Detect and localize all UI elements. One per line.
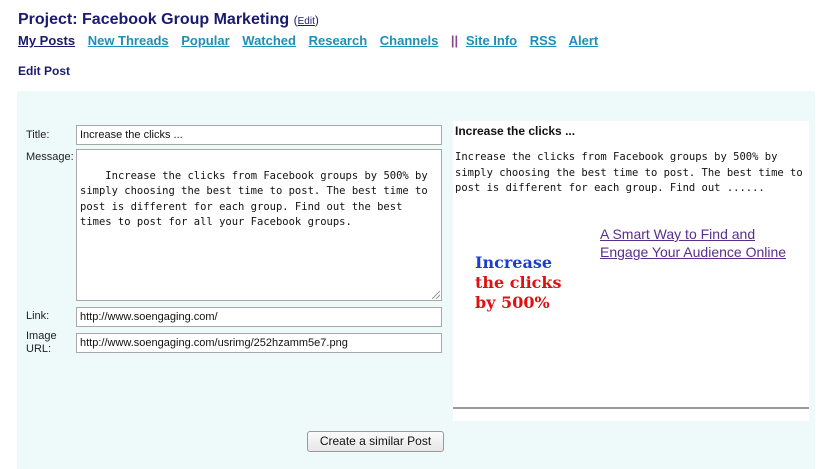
link-input[interactable]: http://www.soengaging.com/ bbox=[76, 307, 442, 327]
nav-channels[interactable]: Channels bbox=[380, 33, 439, 48]
paren-close: ) bbox=[314, 13, 319, 27]
preview-image-line-2: the clicks bbox=[475, 273, 562, 292]
section-title: Edit Post bbox=[18, 64, 71, 78]
project-header: Project: Facebook Group Marketing (Edit) bbox=[18, 11, 319, 29]
preview-link[interactable]: A Smart Way to Find and Engage Your Audi… bbox=[600, 225, 800, 261]
image-url-input[interactable]: http://www.soengaging.com/usrimg/252hzam… bbox=[76, 333, 442, 353]
link-label: Link: bbox=[26, 310, 50, 322]
main-nav: My Posts New Threads Popular Watched Res… bbox=[18, 33, 607, 48]
nav-popular[interactable]: Popular bbox=[181, 33, 229, 48]
message-textarea[interactable]: Increase the clicks from Facebook groups… bbox=[76, 149, 442, 301]
preview-divider bbox=[453, 407, 809, 409]
message-text: Increase the clicks from Facebook groups… bbox=[80, 169, 435, 229]
nav-rss[interactable]: RSS bbox=[530, 33, 557, 48]
edit-post-panel: Title: Increase the clicks ... Message: … bbox=[17, 91, 815, 469]
image-url-label-line1: Image bbox=[26, 330, 57, 342]
title-label: Title: bbox=[26, 129, 50, 141]
preview-title: Increase the clicks ... bbox=[455, 124, 576, 138]
nav-new-threads[interactable]: New Threads bbox=[88, 33, 169, 48]
preview-image-line-3: by 500% bbox=[475, 293, 550, 312]
nav-alert[interactable]: Alert bbox=[569, 33, 599, 48]
resize-grip[interactable] bbox=[432, 291, 440, 299]
create-similar-post-button[interactable]: Create a similar Post bbox=[307, 431, 444, 452]
nav-separator: || bbox=[450, 33, 459, 48]
nav-watched[interactable]: Watched bbox=[242, 33, 296, 48]
message-label: Message: bbox=[26, 151, 74, 163]
edit-project-link[interactable]: Edit bbox=[298, 16, 315, 27]
image-url-label-line2: URL: bbox=[26, 343, 52, 355]
nav-my-posts[interactable]: My Posts bbox=[18, 33, 75, 48]
preview-image-line-1: Increase bbox=[475, 253, 553, 272]
preview-image[interactable]: Increase the clicks by 500% bbox=[475, 253, 585, 313]
post-preview: Increase the clicks ... Increase the cli… bbox=[453, 121, 809, 421]
nav-research[interactable]: Research bbox=[309, 33, 368, 48]
project-title: Project: Facebook Group Marketing bbox=[18, 11, 290, 28]
preview-body: Increase the clicks from Facebook groups… bbox=[455, 151, 810, 194]
nav-site-info[interactable]: Site Info bbox=[466, 33, 517, 48]
title-input[interactable]: Increase the clicks ... bbox=[76, 125, 442, 145]
